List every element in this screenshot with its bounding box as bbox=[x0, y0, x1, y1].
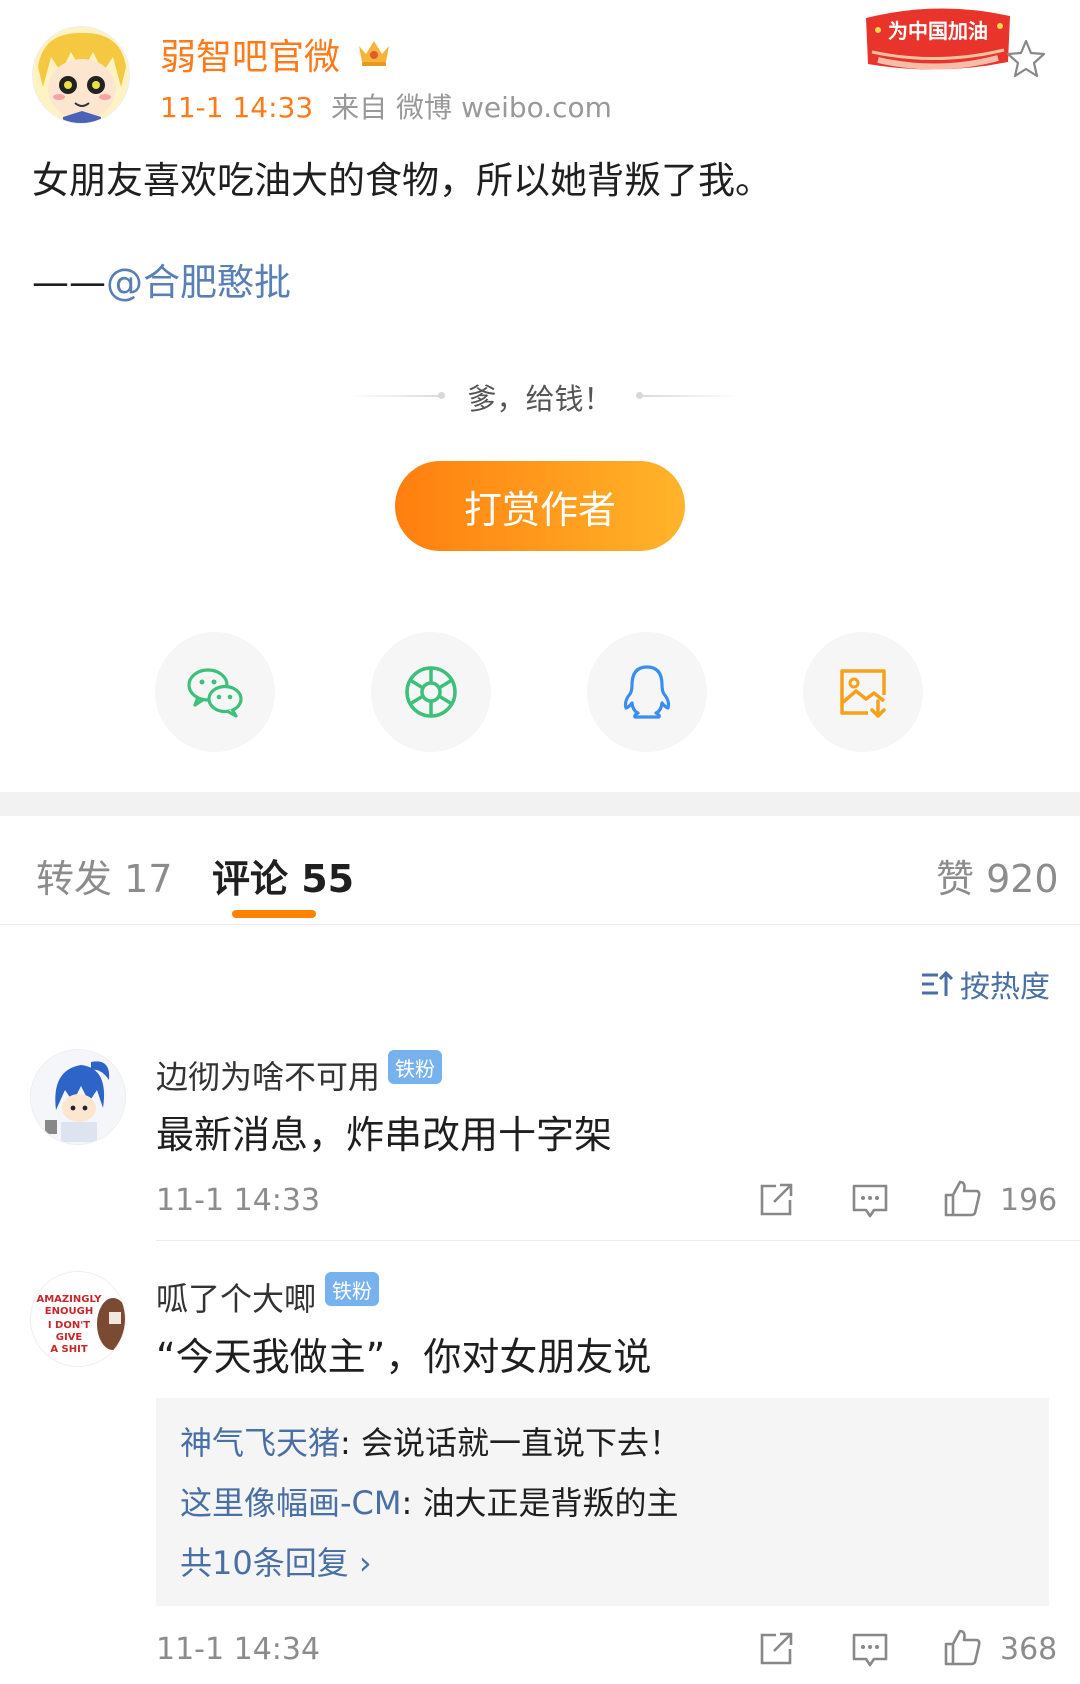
credit-mention-link[interactable]: @合肥憨批 bbox=[106, 261, 291, 304]
reply-text: : 油大正是背叛的主 bbox=[401, 1484, 679, 1522]
avatar-text-line: AMAZINGLY bbox=[36, 1294, 102, 1305]
save-image-button[interactable] bbox=[803, 632, 923, 752]
sort-by-hot-button[interactable]: 按热度 bbox=[920, 962, 1050, 1006]
avatar-text-line: GIVE bbox=[56, 1332, 83, 1343]
post-text: 女朋友喜欢吃油大的食物，所以她背叛了我。 bbox=[32, 159, 772, 202]
like-count: 196 bbox=[1000, 1183, 1058, 1218]
reward-author-button[interactable]: 打赏作者 bbox=[395, 461, 685, 551]
tab-bar-border bbox=[0, 924, 1080, 925]
share-moments-button[interactable] bbox=[371, 632, 491, 752]
fan-badge: 铁粉 bbox=[388, 1050, 442, 1084]
share-wechat-button[interactable] bbox=[155, 632, 275, 752]
reply-username[interactable]: 这里像幅画-CM bbox=[180, 1484, 402, 1522]
moments-icon bbox=[405, 666, 457, 718]
avatar-text-line: ENOUGH bbox=[45, 1306, 93, 1317]
qq-icon bbox=[623, 665, 671, 719]
reply-item: 神气飞天猪: 会说话就一直说下去！ bbox=[180, 1418, 681, 1464]
like-icon[interactable] bbox=[942, 1178, 982, 1218]
tab-reposts[interactable]: 转发 17 bbox=[36, 848, 172, 903]
post-header: 弱智吧官微 11-1 14:33 来自 微博 weibo.com 为中国加油 bbox=[0, 0, 1080, 130]
vip-crown-icon bbox=[359, 41, 389, 66]
reply-preview-box[interactable]: 神气飞天猪: 会说话就一直说下去！ 这里像幅画-CM: 油大正是背叛的主 共10… bbox=[156, 1398, 1049, 1606]
comment-avatar[interactable] bbox=[30, 1049, 126, 1145]
post-time: 11-1 14:33 bbox=[160, 91, 314, 124]
reply-username[interactable]: 神气飞天猪 bbox=[180, 1424, 340, 1462]
avatar-text-line: I DON'T bbox=[48, 1320, 90, 1331]
comment-time: 11-1 14:33 bbox=[156, 1183, 321, 1218]
post-source: 来自 微博 weibo.com bbox=[331, 91, 612, 124]
post-credit: ——@合肥憨批 bbox=[32, 252, 291, 306]
active-tab-indicator bbox=[232, 910, 316, 918]
comment-avatar[interactable]: AMAZINGLY ENOUGH I DON'T GIVE A SHIT bbox=[30, 1271, 126, 1367]
comment-username[interactable]: 呱了个大唧 bbox=[156, 1274, 316, 1320]
reward-prompt: 爹，给钱！ bbox=[467, 382, 613, 416]
like-icon[interactable] bbox=[942, 1627, 982, 1667]
comment-text: 最新消息，炸串改用十字架 bbox=[156, 1113, 613, 1157]
reply-icon[interactable] bbox=[850, 1180, 890, 1220]
reply-item: 这里像幅画-CM: 油大正是背叛的主 bbox=[180, 1478, 678, 1524]
wechat-icon bbox=[187, 668, 243, 718]
share-qq-button[interactable] bbox=[587, 632, 707, 752]
reply-icon[interactable] bbox=[850, 1629, 890, 1669]
repost-icon[interactable] bbox=[756, 1629, 796, 1669]
more-replies-link[interactable]: 共10条回复 › bbox=[180, 1538, 372, 1584]
tab-comments[interactable]: 评论 55 bbox=[212, 848, 354, 903]
repost-icon[interactable] bbox=[756, 1180, 796, 1220]
tab-likes[interactable]: 赞 920 bbox=[936, 848, 1059, 903]
post-meta: 11-1 14:33 来自 微博 weibo.com bbox=[160, 86, 612, 126]
reward-dot-left bbox=[438, 392, 445, 399]
author-name[interactable]: 弱智吧官微 bbox=[160, 28, 340, 80]
comment-username[interactable]: 边彻为啥不可用 bbox=[156, 1052, 380, 1098]
like-count: 368 bbox=[1000, 1632, 1058, 1667]
cheer-badge-icon: 为中国加油 bbox=[866, 8, 1010, 70]
reply-text: : 会说话就一直说下去！ bbox=[340, 1424, 681, 1462]
sort-icon bbox=[922, 970, 954, 996]
cheer-badge-text: 为中国加油 bbox=[888, 19, 988, 43]
comment-text: “今天我做主”，你对女朋友说 bbox=[156, 1335, 652, 1379]
reward-divider-left bbox=[345, 395, 445, 397]
fan-badge: 铁粉 bbox=[325, 1272, 379, 1306]
comment-time: 11-1 14:34 bbox=[156, 1632, 321, 1667]
sort-label: 按热度 bbox=[960, 970, 1050, 1005]
credit-dash: —— bbox=[32, 261, 106, 304]
comment-separator bbox=[156, 1240, 1080, 1241]
reward-divider-right bbox=[640, 395, 740, 397]
author-avatar[interactable] bbox=[32, 26, 130, 124]
save-image-icon bbox=[840, 669, 886, 718]
section-divider bbox=[0, 792, 1080, 816]
avatar-text-line: A SHIT bbox=[50, 1344, 88, 1355]
favorite-star-icon[interactable] bbox=[1006, 38, 1046, 78]
